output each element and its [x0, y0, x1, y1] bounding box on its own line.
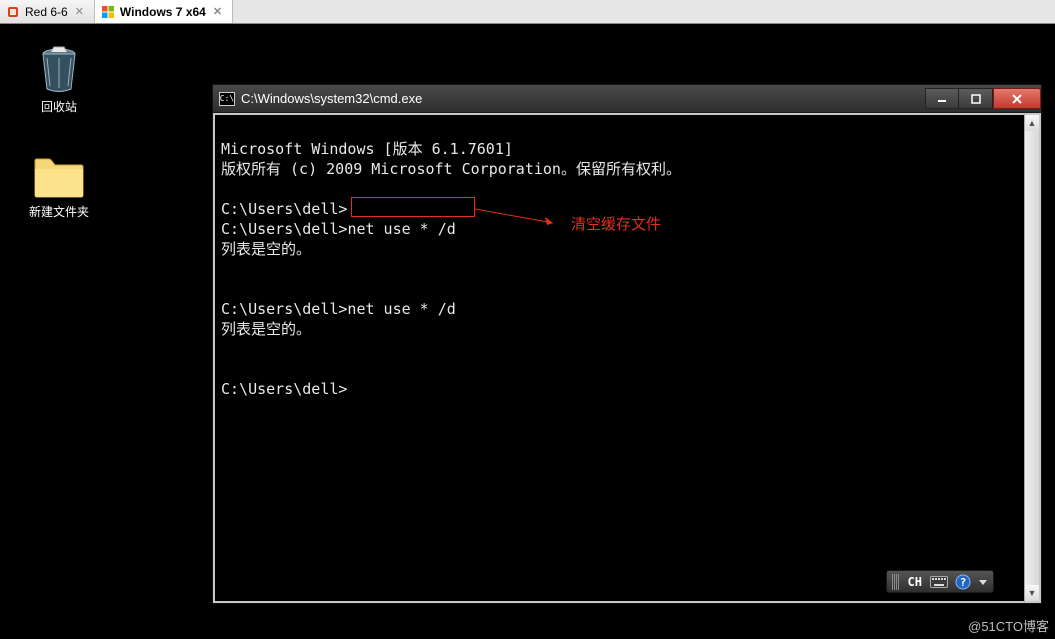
terminal-line: C:\Users\dell>net use * /d	[221, 300, 456, 318]
terminal-line: 列表是空的。	[221, 240, 311, 258]
terminal-line: 列表是空的。	[221, 320, 311, 338]
close-button[interactable]	[993, 88, 1041, 109]
close-icon[interactable]: ✕	[211, 5, 224, 18]
window-title: C:\Windows\system32\cmd.exe	[241, 91, 422, 106]
recycle-bin-icon[interactable]: 回收站	[14, 44, 104, 115]
vm-tab-red[interactable]: Red 6-6 ✕	[0, 0, 95, 23]
terminal-line: C:\Users\dell>	[221, 200, 347, 218]
desktop-area[interactable]: 回收站 新建文件夹 C:\ C:\Windows\system32\cmd.ex…	[0, 24, 1055, 639]
cmd-icon: C:\	[219, 92, 235, 106]
cmd-window: C:\ C:\Windows\system32\cmd.exe Microsof…	[212, 84, 1042, 604]
drag-grip-icon[interactable]	[892, 574, 900, 590]
maximize-button[interactable]	[959, 88, 993, 109]
terminal-line: C:\Users\dell>	[221, 380, 347, 398]
desktop-icon-label: 新建文件夹	[29, 203, 89, 220]
watermark-text: @51CTO博客	[968, 616, 1049, 635]
scroll-down-icon[interactable]: ▼	[1025, 585, 1039, 601]
vm-tab-strip: Red 6-6 ✕ Windows 7 x64 ✕	[0, 0, 1055, 24]
vm-tab-label: Red 6-6	[25, 5, 68, 19]
annotation-arrow-icon	[475, 201, 565, 229]
terminal-line: Microsoft Windows [版本 6.1.7601]	[221, 140, 513, 158]
new-folder-icon[interactable]: 新建文件夹	[14, 155, 104, 220]
ime-language-indicator[interactable]: CH	[906, 572, 924, 592]
keyboard-icon[interactable]	[930, 574, 948, 590]
window-controls	[925, 88, 1041, 109]
terminal-line: C:\Users\dell>net use * /d	[221, 220, 456, 238]
windows-icon	[101, 5, 115, 19]
cmd-body: Microsoft Windows [版本 6.1.7601] 版权所有 (c)…	[213, 113, 1041, 603]
terminal-line: 版权所有 (c) 2009 Microsoft Corporation。保留所有…	[221, 160, 681, 178]
desktop-icon-label: 回收站	[41, 98, 77, 115]
desktop-icons-column: 回收站 新建文件夹	[14, 44, 104, 220]
linux-icon	[6, 5, 20, 19]
ime-language-bar[interactable]: CH ?	[886, 570, 994, 593]
title-bar[interactable]: C:\ C:\Windows\system32\cmd.exe	[213, 85, 1041, 113]
scrollbar[interactable]: ▲ ▼	[1024, 113, 1041, 603]
close-icon[interactable]: ✕	[73, 5, 86, 18]
svg-text:?: ?	[960, 576, 967, 589]
annotation-box	[351, 197, 475, 217]
terminal-content[interactable]: Microsoft Windows [版本 6.1.7601] 版权所有 (c)…	[213, 113, 1024, 603]
vm-tab-windows[interactable]: Windows 7 x64 ✕	[95, 0, 233, 23]
chevron-down-icon[interactable]	[978, 574, 988, 590]
scroll-up-icon[interactable]: ▲	[1025, 115, 1039, 131]
vm-tab-label: Windows 7 x64	[120, 5, 206, 19]
minimize-button[interactable]	[925, 88, 959, 109]
help-icon[interactable]: ?	[954, 574, 972, 590]
annotation-text: 清空缓存文件	[571, 215, 661, 235]
